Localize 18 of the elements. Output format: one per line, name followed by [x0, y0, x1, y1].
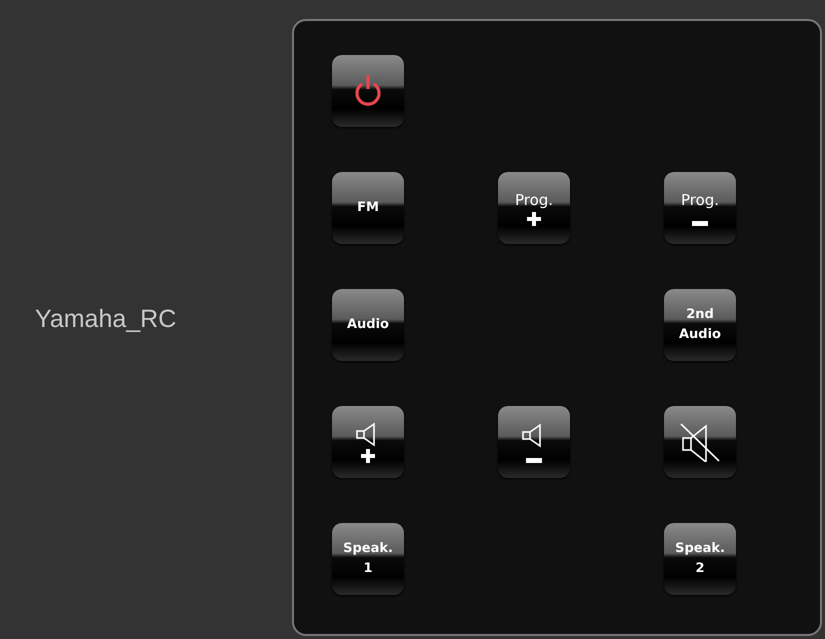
device-name: Yamaha_RC: [35, 305, 176, 334]
remote-button[interactable]: 2nd Audio: [664, 289, 736, 361]
mute-button[interactable]: [664, 406, 736, 478]
power-button[interactable]: [332, 55, 404, 127]
remote-button[interactable]: Speak. 2: [664, 523, 736, 595]
volume-down-button[interactable]: [498, 406, 570, 478]
volume-up-button[interactable]: [332, 406, 404, 478]
program-down-button[interactable]: Prog.: [664, 172, 736, 244]
remote-button[interactable]: Speak. 1: [332, 523, 404, 595]
muted-speaker-icon: [679, 422, 721, 462]
remote-button[interactable]: Audio: [332, 289, 404, 361]
minus-icon: [526, 458, 542, 462]
plus-icon: [361, 449, 375, 463]
remote-button[interactable]: FM: [332, 172, 404, 244]
plus-icon: [527, 212, 541, 226]
program-up-button[interactable]: Prog.: [498, 172, 570, 244]
minus-icon: [692, 220, 708, 226]
power-icon: [353, 74, 383, 108]
